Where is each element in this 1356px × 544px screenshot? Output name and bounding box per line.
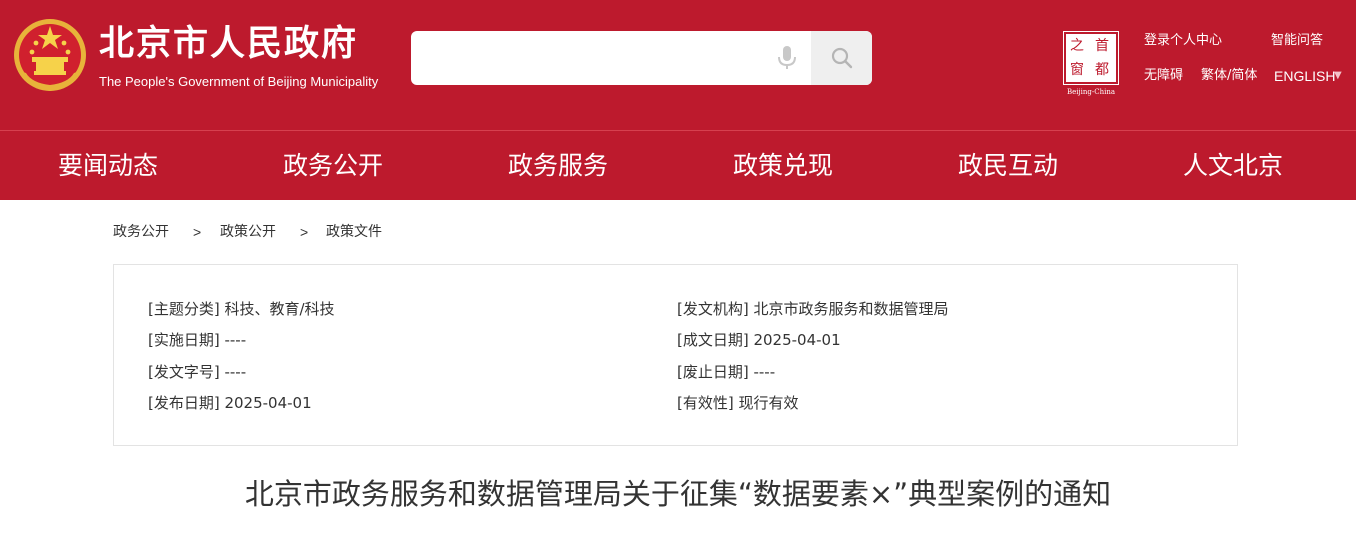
breadcrumb-separator: > bbox=[193, 224, 202, 240]
meta-issuing-agency: [发文机构] 北京市政务服务和数据管理局 bbox=[677, 300, 949, 318]
trad-simp-toggle[interactable]: 繁体/简体 bbox=[1201, 67, 1257, 85]
meta-publish-date: [发布日期] 2025-04-01 bbox=[148, 394, 312, 412]
svg-text:之: 之 bbox=[1070, 38, 1084, 54]
meta-doc-number: [发文字号] ---- bbox=[148, 363, 247, 381]
breadcrumb-item[interactable]: 政策文件 bbox=[326, 223, 382, 241]
svg-text:都: 都 bbox=[1095, 62, 1109, 78]
search-icon bbox=[831, 47, 853, 69]
meta-abolish-date: [废止日期] ---- bbox=[677, 363, 776, 381]
search-input[interactable] bbox=[411, 31, 811, 85]
national-emblem-icon[interactable] bbox=[12, 17, 88, 95]
nav-item-policy-fulfillment[interactable]: 政策兑现 bbox=[733, 148, 833, 184]
nav-item-news[interactable]: 要闻动态 bbox=[58, 148, 158, 184]
svg-text:Beijing-China: Beijing-China bbox=[1067, 88, 1115, 96]
microphone-icon[interactable] bbox=[776, 45, 798, 71]
login-link[interactable]: 登录个人中心 bbox=[1144, 32, 1222, 50]
breadcrumb-item[interactable]: 政策公开 bbox=[220, 223, 276, 241]
smart-qa-link[interactable]: 智能问答 bbox=[1271, 32, 1323, 50]
english-link[interactable]: ENGLISH bbox=[1274, 67, 1335, 85]
document-info-box bbox=[113, 264, 1238, 446]
breadcrumb-separator: > bbox=[300, 224, 309, 240]
site-subtitle: The People's Government of Beijing Munic… bbox=[99, 74, 379, 89]
nav-item-humanities[interactable]: 人文北京 bbox=[1183, 148, 1283, 184]
capital-window-seal-icon[interactable]: 之 首 窗 都 Beijing-China bbox=[1057, 28, 1125, 96]
svg-text:窗: 窗 bbox=[1070, 61, 1084, 78]
main-nav bbox=[0, 131, 1356, 200]
meta-written-date: [成文日期] 2025-04-01 bbox=[677, 331, 841, 349]
nav-item-gov-services[interactable]: 政务服务 bbox=[508, 148, 608, 184]
accessibility-link[interactable]: 无障碍 bbox=[1144, 67, 1183, 85]
document-title: 北京市政务服务和数据管理局关于征集“数据要素×”典型案例的通知 bbox=[244, 477, 1112, 511]
meta-subject: [主题分类] 科技、教育/科技 bbox=[148, 300, 335, 318]
search-box bbox=[411, 31, 872, 85]
meta-effective-date: [实施日期] ---- bbox=[148, 331, 247, 349]
chevron-down-icon[interactable]: ▼ bbox=[1334, 70, 1342, 81]
svg-text:首: 首 bbox=[1095, 38, 1109, 54]
meta-validity: [有效性] 现行有效 bbox=[677, 394, 799, 412]
search-button[interactable] bbox=[811, 31, 872, 85]
nav-item-gov-affairs-open[interactable]: 政务公开 bbox=[283, 148, 383, 184]
site-title[interactable]: 北京市人民政府 bbox=[99, 22, 358, 66]
nav-item-interaction[interactable]: 政民互动 bbox=[958, 148, 1058, 184]
breadcrumb-item[interactable]: 政务公开 bbox=[113, 223, 169, 241]
